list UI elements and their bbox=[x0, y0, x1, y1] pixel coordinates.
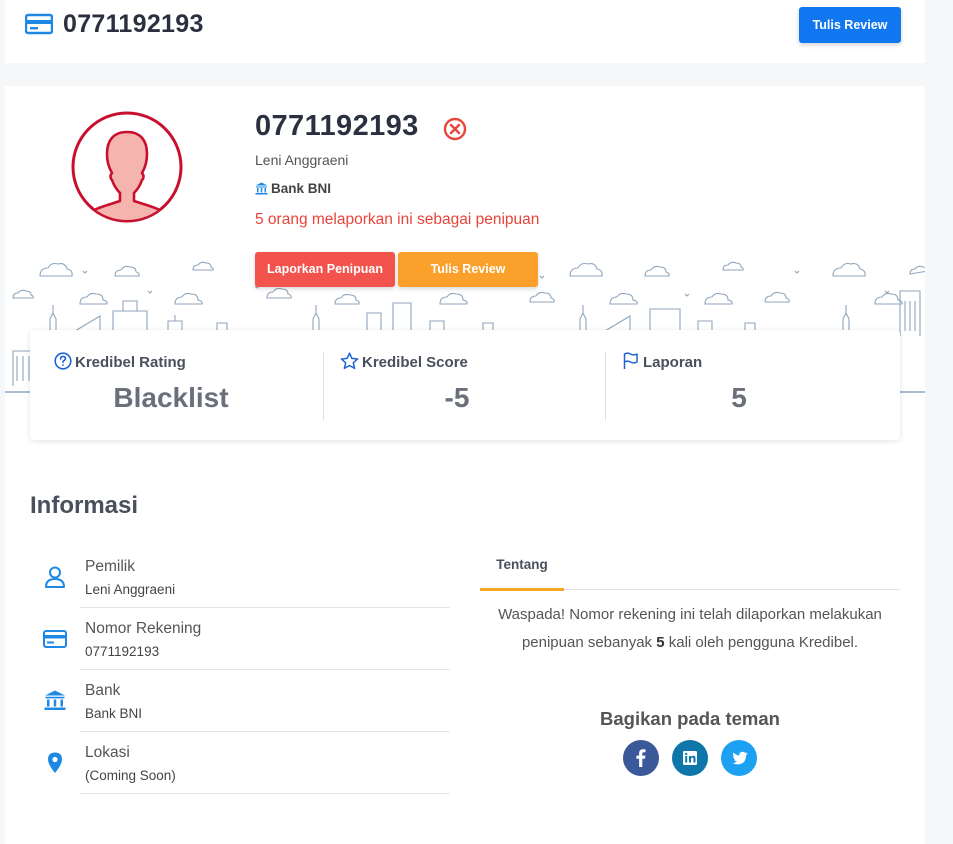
share-title: Bagikan pada teman bbox=[600, 708, 780, 729]
info-label: Lokasi bbox=[85, 744, 130, 761]
facebook-icon bbox=[636, 749, 646, 767]
stat-rating: Kredibel Rating Blacklist bbox=[30, 330, 312, 440]
credit-card-icon bbox=[25, 13, 53, 35]
tab-about-label: Tentang bbox=[496, 557, 548, 572]
stats-panel: Kredibel Rating Blacklist Kredibel Score… bbox=[30, 330, 900, 440]
account-number: 0771192193 bbox=[255, 110, 419, 142]
stat-score: Kredibel Score -5 bbox=[316, 330, 598, 440]
info-label: Pemilik bbox=[85, 558, 135, 575]
report-fraud-button[interactable]: Laporkan Penipuan bbox=[255, 252, 395, 287]
info-row-location: Lokasi (Coming Soon) bbox=[30, 732, 450, 794]
owner-name: Leni Anggraeni bbox=[255, 152, 349, 168]
info-value: (Coming Soon) bbox=[85, 768, 176, 783]
write-review-button-secondary[interactable]: Tulis Review bbox=[398, 252, 538, 287]
credit-card-icon bbox=[43, 630, 67, 648]
info-row-owner: Pemilik Leni Anggraeni bbox=[30, 546, 450, 608]
stat-rating-value: Blacklist bbox=[113, 382, 229, 413]
about-text-post: kali oleh pengguna Kredibel. bbox=[668, 634, 859, 651]
bank-icon bbox=[255, 182, 268, 195]
info-row-account: Nomor Rekening 0771192193 bbox=[30, 608, 450, 670]
linkedin-icon bbox=[683, 751, 697, 765]
user-icon bbox=[45, 566, 65, 588]
star-icon bbox=[340, 352, 359, 370]
page-title: 0771192193 bbox=[63, 10, 204, 38]
share-facebook-button[interactable] bbox=[623, 740, 659, 776]
about-text: Waspada! Nomor rekening ini telah dilapo… bbox=[480, 601, 900, 657]
twitter-icon bbox=[732, 751, 748, 765]
info-value: Leni Anggraeni bbox=[85, 582, 176, 597]
share-twitter-button[interactable] bbox=[721, 740, 757, 776]
share-linkedin-button[interactable] bbox=[672, 740, 708, 776]
info-label: Bank bbox=[85, 682, 121, 699]
stat-reports: Laporan 5 bbox=[598, 330, 880, 440]
x-circle-icon bbox=[443, 117, 467, 141]
write-review-button[interactable]: Tulis Review bbox=[799, 7, 901, 43]
report-count: 5 bbox=[656, 634, 665, 651]
flag-icon bbox=[623, 352, 638, 369]
bank-icon bbox=[44, 690, 66, 710]
info-row-bank: Bank Bank BNI bbox=[30, 670, 450, 732]
bank-name: Bank BNI bbox=[255, 181, 331, 196]
stat-reports-label: Laporan bbox=[643, 354, 703, 371]
info-label: Nomor Rekening bbox=[85, 620, 202, 637]
page-header: 0771192193 Tulis Review bbox=[5, 0, 925, 63]
stat-score-value: -5 bbox=[444, 382, 470, 413]
question-circle-icon bbox=[54, 352, 72, 370]
bank-name-text: Bank BNI bbox=[271, 181, 332, 196]
info-value: Bank BNI bbox=[85, 706, 143, 721]
stat-rating-label: Kredibel Rating bbox=[75, 354, 186, 371]
stat-reports-value: 5 bbox=[731, 382, 747, 413]
tab-about[interactable]: Tentang bbox=[480, 551, 564, 591]
info-value: 0771192193 bbox=[85, 644, 160, 659]
info-section-title: Informasi bbox=[30, 492, 139, 519]
profile-card: 0771192193 Leni Anggraeni Bank BNI 5 ora… bbox=[5, 86, 925, 844]
stat-score-label: Kredibel Score bbox=[362, 354, 468, 371]
fraud-warning: 5 orang melaporkan ini sebagai penipuan bbox=[255, 211, 540, 228]
avatar bbox=[71, 111, 183, 223]
location-pin-icon bbox=[48, 752, 62, 773]
